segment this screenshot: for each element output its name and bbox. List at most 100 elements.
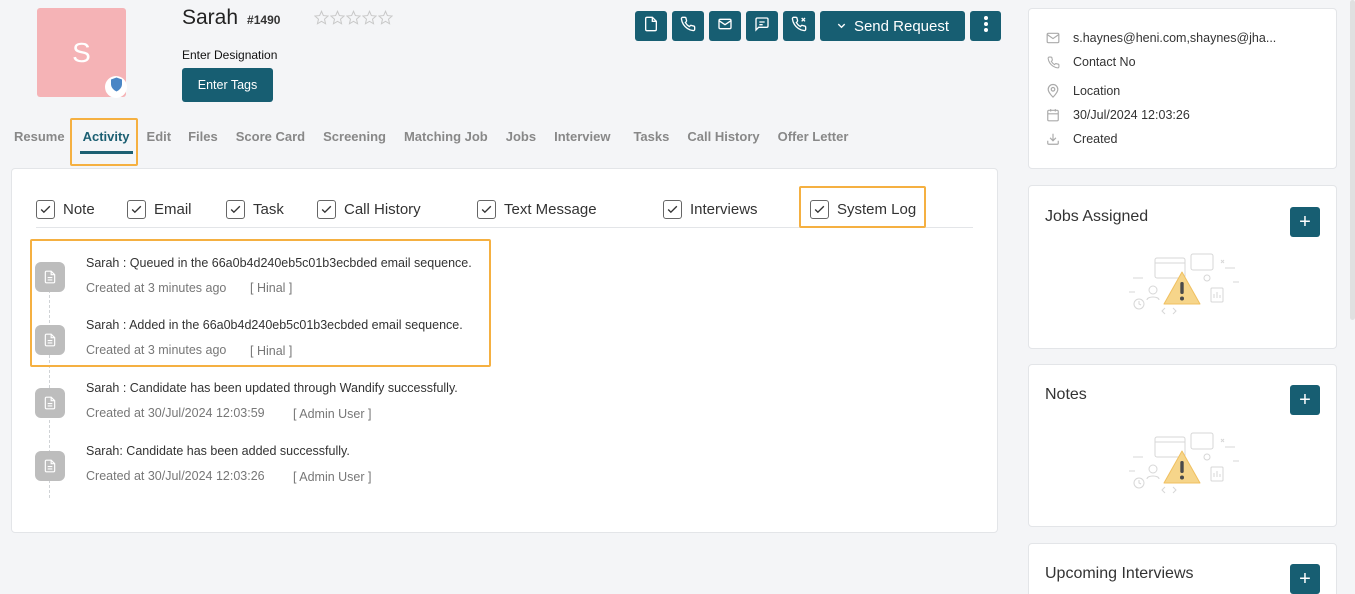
tab-resume[interactable]: Resume: [14, 129, 65, 144]
add-job-button[interactable]: +: [1290, 207, 1320, 237]
log-entry-created: Created at 30/Jul/2024 12:03:59: [86, 406, 265, 420]
call-button[interactable]: [672, 11, 704, 41]
more-options-button[interactable]: [970, 11, 1001, 41]
log-document-icon: [35, 388, 65, 418]
email-button[interactable]: [709, 11, 741, 41]
profile-tabs: Resume Activity Edit Files Score Card Sc…: [14, 129, 849, 154]
log-document-icon: [35, 451, 65, 481]
info-email-value: s.haynes@heni.com,shaynes@jha...: [1073, 31, 1277, 45]
filter-label: Note: [63, 201, 95, 218]
filter-label: Interviews: [690, 201, 758, 218]
filter-note[interactable]: Note: [36, 200, 95, 219]
empty-state-illustration: [1125, 427, 1243, 504]
log-entry-text: Sarah: Candidate has been added successf…: [86, 444, 350, 458]
highlight-system-log: [799, 186, 926, 228]
filter-email[interactable]: Email: [127, 200, 192, 219]
checkbox-checked-icon[interactable]: [127, 200, 146, 219]
tab-files[interactable]: Files: [188, 129, 218, 144]
mail-icon: [717, 16, 733, 37]
star-rating[interactable]: [314, 10, 393, 25]
upcoming-interviews-title: Upcoming Interviews: [1045, 565, 1194, 582]
plus-icon: +: [1299, 568, 1311, 590]
log-entry-user: [ Admin User ]: [293, 470, 372, 484]
avatar-initial: S: [72, 36, 91, 68]
checkbox-checked-icon[interactable]: [317, 200, 336, 219]
info-contact[interactable]: Contact No: [1045, 55, 1136, 69]
page-scrollbar[interactable]: [1350, 0, 1355, 320]
filter-text-message[interactable]: Text Message: [477, 200, 597, 219]
phone-icon: [1045, 56, 1061, 69]
tab-edit[interactable]: Edit: [147, 129, 172, 144]
plus-icon: +: [1299, 211, 1311, 233]
candidate-id: #1490: [247, 13, 281, 27]
tab-call-history[interactable]: Call History: [687, 129, 759, 144]
info-created-value: Created: [1073, 132, 1118, 146]
jobs-assigned-card: Jobs Assigned +: [1028, 185, 1337, 349]
enter-tags-button[interactable]: Enter Tags: [182, 68, 273, 102]
candidate-profile-page: S Sarah #1490 Enter Designation Enter Ta…: [0, 0, 1355, 594]
tab-offer-letter[interactable]: Offer Letter: [778, 129, 849, 144]
filter-label: Text Message: [504, 201, 597, 218]
shield-icon: [110, 77, 123, 97]
star-icon[interactable]: [330, 10, 345, 25]
plus-icon: +: [1299, 389, 1311, 411]
info-date-value: 30/Jul/2024 12:03:26: [1073, 108, 1190, 122]
candidate-name: Sarah: [182, 6, 239, 29]
action-toolbar: Send Request: [635, 11, 1001, 41]
filter-call-history[interactable]: Call History: [317, 200, 421, 219]
upcoming-interviews-card: Upcoming Interviews +: [1028, 543, 1337, 594]
message-icon: [754, 16, 770, 37]
highlight-log-entries: [30, 239, 491, 367]
filter-label: Email: [154, 201, 192, 218]
log-entry-text: Sarah : Candidate has been updated throu…: [86, 381, 458, 395]
tab-score-card[interactable]: Score Card: [236, 129, 305, 144]
info-location: Location: [1045, 83, 1120, 98]
checkbox-checked-icon[interactable]: [477, 200, 496, 219]
call-log-icon: [791, 16, 807, 37]
document-button[interactable]: [635, 11, 667, 41]
star-icon[interactable]: [314, 10, 329, 25]
designation[interactable]: Enter Designation: [182, 48, 277, 62]
message-button[interactable]: [746, 11, 778, 41]
send-request-button[interactable]: Send Request: [820, 11, 965, 41]
star-icon[interactable]: [362, 10, 377, 25]
info-email[interactable]: s.haynes@heni.com,shaynes@jha...: [1045, 31, 1276, 45]
document-icon: [643, 16, 659, 37]
notes-title: Notes: [1045, 386, 1087, 403]
more-vertical-icon: [983, 15, 989, 38]
tab-screening[interactable]: Screening: [323, 129, 386, 144]
phone-icon: [680, 16, 696, 37]
info-created: Created: [1045, 132, 1117, 146]
location-pin-icon: [1045, 83, 1061, 98]
contact-info-card: s.haynes@heni.com,shaynes@jha... Contact…: [1028, 8, 1337, 169]
info-contact-value: Contact No: [1073, 55, 1136, 69]
empty-state-illustration: [1125, 248, 1243, 325]
tab-matching-job[interactable]: Matching Job: [404, 129, 488, 144]
download-icon: [1045, 132, 1061, 146]
add-note-button[interactable]: +: [1290, 385, 1320, 415]
filter-task[interactable]: Task: [226, 200, 284, 219]
tab-jobs[interactable]: Jobs: [506, 129, 536, 144]
log-entry-user: [ Admin User ]: [293, 407, 372, 421]
filter-label: Call History: [344, 201, 421, 218]
log-entry-created: Created at 30/Jul/2024 12:03:26: [86, 469, 265, 483]
tab-interview[interactable]: Interview: [554, 129, 610, 144]
shield-badge: [105, 76, 127, 98]
star-icon[interactable]: [378, 10, 393, 25]
add-interview-button[interactable]: +: [1290, 564, 1320, 594]
highlight-activity-tab: [70, 118, 138, 166]
jobs-assigned-title: Jobs Assigned: [1045, 208, 1149, 225]
tab-tasks[interactable]: Tasks: [633, 129, 669, 144]
call-log-button[interactable]: [783, 11, 815, 41]
candidate-name-row: Sarah #1490: [182, 6, 280, 30]
checkbox-checked-icon[interactable]: [226, 200, 245, 219]
star-icon[interactable]: [346, 10, 361, 25]
filter-label: Task: [253, 201, 284, 218]
filter-interviews[interactable]: Interviews: [663, 200, 758, 219]
calendar-icon: [1045, 108, 1061, 122]
checkbox-checked-icon[interactable]: [663, 200, 682, 219]
info-location-value: Location: [1073, 83, 1121, 98]
notes-card: Notes +: [1028, 364, 1337, 527]
checkbox-checked-icon[interactable]: [36, 200, 55, 219]
chevron-down-icon: [836, 18, 847, 35]
